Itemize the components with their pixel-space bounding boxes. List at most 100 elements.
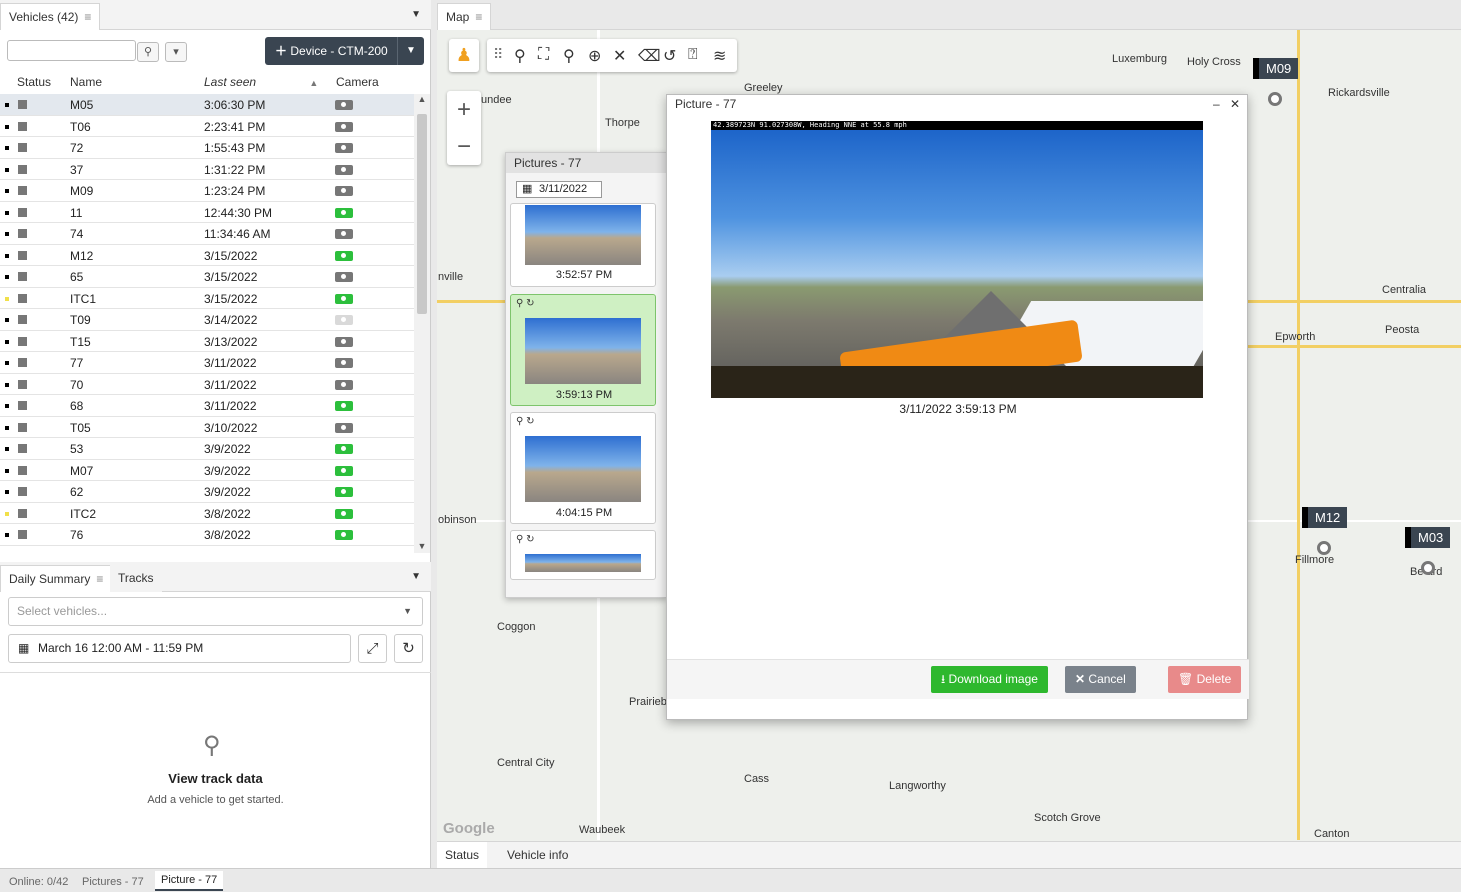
- rotate-90-icon[interactable]: ↻: [526, 298, 534, 309]
- select-vehicles-input[interactable]: Select vehicles... ▼: [8, 597, 423, 626]
- camera-icon[interactable]: [335, 444, 353, 454]
- vehicle-marker[interactable]: M09: [1253, 58, 1299, 79]
- tab-tracks[interactable]: Tracks: [110, 565, 162, 592]
- filter-dropdown-button[interactable]: ▾: [165, 42, 187, 62]
- camera-icon[interactable]: [335, 293, 353, 304]
- vehicle-search-input[interactable]: [7, 40, 136, 61]
- refresh-button[interactable]: ↻: [394, 634, 423, 663]
- rotate-90-icon[interactable]: ↻: [526, 416, 534, 427]
- vehicle-row[interactable]: T15 3/13/2022: [0, 331, 414, 352]
- vehicle-row[interactable]: 74 11:34:46 AM: [0, 223, 414, 245]
- zoom-in-button[interactable]: +: [447, 91, 481, 128]
- date-range-input[interactable]: ▦ March 16 12:00 AM - 11:59 PM: [8, 634, 351, 663]
- chevron-down-icon[interactable]: ▼: [411, 9, 421, 20]
- camera-icon[interactable]: [335, 229, 353, 239]
- camera-icon[interactable]: [335, 250, 353, 261]
- taskbar-pictures[interactable]: Pictures - 77: [76, 873, 150, 891]
- camera-icon[interactable]: [335, 530, 353, 540]
- vehicle-pin[interactable]: [1317, 541, 1331, 555]
- vehicle-marker[interactable]: M03: [1405, 527, 1451, 548]
- picture-window-title[interactable]: Picture - 77: [675, 97, 736, 111]
- menu-icon[interactable]: ≡: [475, 4, 482, 31]
- camera-icon[interactable]: [335, 164, 353, 175]
- camera-icon[interactable]: [335, 315, 353, 325]
- picture-thumb-selected[interactable]: ⚲ ↻ 3:59:13 PM: [510, 294, 656, 406]
- col-status[interactable]: Status: [17, 75, 51, 89]
- camera-icon[interactable]: [335, 379, 353, 390]
- rotate-90-icon[interactable]: ↻: [526, 534, 534, 545]
- scroll-thumb[interactable]: [417, 114, 427, 314]
- zoom-out-button[interactable]: −: [447, 128, 481, 165]
- vehicle-row[interactable]: T09 3/14/2022: [0, 309, 414, 331]
- tab-vehicles[interactable]: Vehicles (42) ≡: [0, 3, 101, 31]
- vehicle-row[interactable]: M07 3/9/2022: [0, 460, 414, 481]
- vehicle-pin[interactable]: [1268, 92, 1282, 106]
- vehicle-row[interactable]: 77 3/11/2022: [0, 352, 414, 374]
- vehicle-row[interactable]: ITC1 3/15/2022: [0, 288, 414, 309]
- vehicle-row[interactable]: M12 3/15/2022: [0, 245, 414, 266]
- camera-icon[interactable]: [335, 121, 353, 132]
- vehicle-row[interactable]: 11 12:44:30 PM: [0, 202, 414, 223]
- expand-button[interactable]: ⤢: [358, 634, 387, 663]
- camera-icon[interactable]: [335, 487, 353, 497]
- vehicle-row[interactable]: M05 3:06:30 PM: [0, 94, 414, 116]
- camera-icon[interactable]: [335, 207, 353, 218]
- picture-thumb[interactable]: 3:52:57 PM: [510, 203, 656, 287]
- vehicle-row[interactable]: 53 3/9/2022: [0, 438, 414, 460]
- download-image-button[interactable]: ⭳ Download image: [931, 666, 1048, 693]
- camera-icon[interactable]: [335, 508, 353, 519]
- vehicle-pin[interactable]: [1421, 561, 1435, 575]
- fullscreen-icon[interactable]: ⛶: [538, 46, 549, 64]
- cancel-button[interactable]: ✕ Cancel: [1065, 666, 1136, 693]
- minimize-icon[interactable]: –: [1213, 97, 1220, 111]
- vehicle-row[interactable]: 37 1:31:22 PM: [0, 159, 414, 180]
- menu-icon[interactable]: ≡: [84, 4, 91, 31]
- camera-icon[interactable]: [335, 422, 353, 433]
- col-camera[interactable]: Camera: [336, 75, 379, 89]
- camera-icon[interactable]: [335, 465, 353, 476]
- tab-vehicle-info[interactable]: Vehicle info: [499, 842, 577, 869]
- camera-icon[interactable]: [335, 272, 353, 282]
- tab-map[interactable]: Map ≡: [437, 3, 492, 31]
- menu-icon[interactable]: ≡: [96, 566, 103, 593]
- street-view-pegman-icon[interactable]: ♟: [449, 39, 479, 72]
- layers-icon[interactable]: ≋: [713, 46, 726, 66]
- zoom-icon[interactable]: ⚲: [516, 534, 523, 545]
- camera-icon[interactable]: [335, 143, 353, 153]
- vehicle-row[interactable]: 72 1:55:43 PM: [0, 137, 414, 159]
- scroll-up-icon[interactable]: ▲: [414, 94, 430, 104]
- camera-icon[interactable]: [335, 186, 353, 196]
- chevron-down-icon[interactable]: ▼: [411, 571, 421, 582]
- camera-icon[interactable]: [335, 358, 353, 368]
- camera-icon[interactable]: [335, 336, 353, 347]
- delete-button[interactable]: 🗑 Delete: [1168, 666, 1242, 693]
- vehicle-row[interactable]: 62 3/9/2022: [0, 481, 414, 503]
- col-name[interactable]: Name: [70, 75, 102, 89]
- fit-bounds-icon[interactable]: ✕: [613, 46, 626, 66]
- vehicle-row[interactable]: T05 3/10/2022: [0, 417, 414, 438]
- close-icon[interactable]: ✕: [1230, 97, 1240, 111]
- location-pin-icon[interactable]: ⚲: [514, 46, 526, 66]
- vehicle-row[interactable]: 68 3/11/2022: [0, 395, 414, 417]
- camera-icon[interactable]: [335, 100, 353, 110]
- vehicle-row[interactable]: M09 1:23:24 PM: [0, 180, 414, 202]
- vehicle-row[interactable]: 76 3/8/2022: [0, 524, 414, 546]
- zoom-icon[interactable]: ⚲: [516, 416, 523, 427]
- search-icon[interactable]: ⚲: [563, 46, 575, 66]
- scroll-down-icon[interactable]: ▼: [414, 541, 430, 551]
- vehicle-marker[interactable]: M12: [1302, 507, 1348, 528]
- tab-status[interactable]: Status: [437, 842, 488, 869]
- pictures-date-picker[interactable]: ▦ 3/11/2022: [516, 181, 602, 198]
- drag-handle-icon[interactable]: ⠿: [493, 46, 503, 63]
- search-button[interactable]: ⚲: [137, 42, 159, 62]
- device-dropdown-button[interactable]: ▼: [397, 37, 424, 65]
- vehicle-row[interactable]: 65 3/15/2022: [0, 266, 414, 288]
- tab-daily-summary[interactable]: Daily Summary ≡: [0, 565, 113, 593]
- help-select-icon[interactable]: ⍰: [688, 46, 698, 64]
- vehicle-row[interactable]: 70 3/11/2022: [0, 374, 414, 395]
- vehicle-row[interactable]: T06 2:23:41 PM: [0, 116, 414, 137]
- pictures-panel-title[interactable]: Pictures - 77: [506, 153, 666, 173]
- camera-icon[interactable]: [335, 401, 353, 411]
- vehicle-list-scrollbar[interactable]: ▲ ▼: [414, 94, 430, 553]
- undo-icon[interactable]: ↺: [663, 46, 676, 66]
